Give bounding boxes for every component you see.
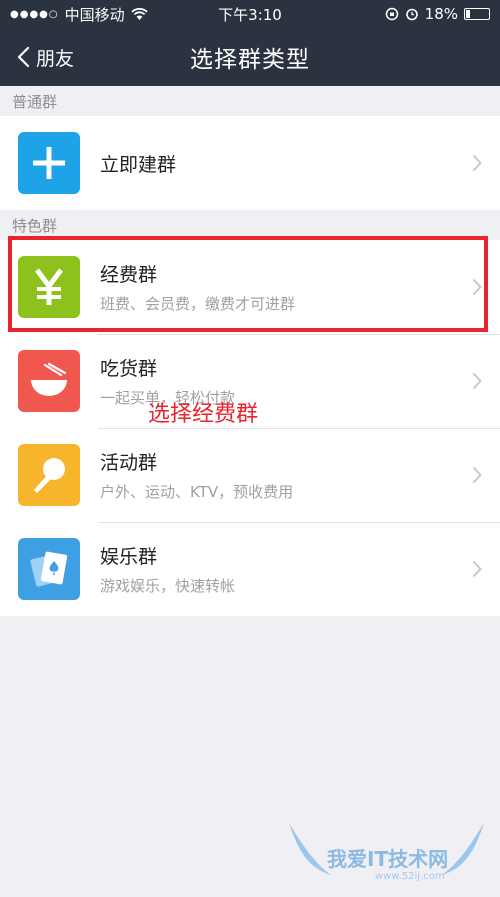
section-header-normal: 普通群 [12, 92, 58, 111]
playing-card-icon [30, 551, 68, 587]
rotation-lock-icon [385, 7, 398, 21]
expense-group-title: 经费群 [100, 264, 158, 286]
section-header-special: 特色群 [12, 216, 58, 235]
yen-icon [35, 268, 63, 305]
watermark: 我爱IT技术网 www.52ij.com [279, 813, 494, 893]
annotation-text: 选择经费群 [148, 402, 259, 427]
battery-percent: 18% [424, 5, 458, 23]
activity-group-title: 活动群 [100, 452, 158, 474]
watermark-text: 我爱IT技术网 [327, 847, 449, 871]
activity-group-item[interactable]: 活动群 户外、运动、KTV，预收费用 [0, 428, 500, 522]
page-title: 选择群类型 [190, 47, 310, 73]
expense-group-item[interactable]: 经费群 班费、会员费，缴费才可进群 [0, 240, 500, 334]
normal-group-list: 立即建群 [0, 116, 500, 210]
expense-group-subtitle: 班费、会员费，缴费才可进群 [100, 295, 296, 313]
chevron-right-icon [472, 466, 482, 484]
alarm-icon [405, 8, 418, 21]
create-group-item[interactable]: 立即建群 [0, 116, 500, 210]
entertainment-group-title: 娱乐群 [100, 546, 158, 568]
signal-strength-icon: ●●●●○ [10, 8, 59, 20]
plus-icon [33, 147, 65, 179]
watermark-url: www.52ij.com [375, 871, 445, 882]
status-bar: ●●●●○ 中国移动 下午3:10 18% [0, 0, 500, 28]
create-group-icon-tile [18, 132, 80, 194]
back-button[interactable]: 朋友 [0, 28, 74, 86]
activity-group-subtitle: 户外、运动、KTV，预收费用 [100, 483, 294, 501]
navigation-bar: 朋友 选择群类型 [0, 28, 500, 86]
create-group-title: 立即建群 [100, 153, 177, 176]
entertainment-group-subtitle: 游戏娱乐，快速转帐 [100, 577, 236, 595]
wifi-icon [131, 7, 148, 20]
battery-level [466, 10, 470, 18]
chevron-left-icon [17, 46, 30, 68]
microphone-icon [34, 458, 65, 493]
bowl-icon [31, 362, 67, 396]
expense-group-icon-tile [18, 256, 80, 318]
entertainment-group-icon-tile [18, 538, 80, 600]
chevron-right-icon [472, 154, 482, 172]
foodie-group-icon-tile [18, 350, 80, 412]
special-group-list: 经费群 班费、会员费，缴费才可进群 吃货群 一起买单，轻松付款 活动群 户外、运… [0, 240, 500, 616]
chevron-right-icon [472, 278, 482, 296]
carrier-name: 中国移动 [64, 5, 125, 24]
entertainment-group-item[interactable]: 娱乐群 游戏娱乐，快速转帐 [0, 522, 500, 616]
battery-icon [464, 8, 490, 20]
chevron-right-icon [472, 560, 482, 578]
clock: 下午3:10 [218, 5, 282, 24]
foodie-group-title: 吃货群 [100, 358, 158, 380]
back-label: 朋友 [36, 47, 75, 70]
activity-group-icon-tile [18, 444, 80, 506]
chevron-right-icon [472, 372, 482, 390]
